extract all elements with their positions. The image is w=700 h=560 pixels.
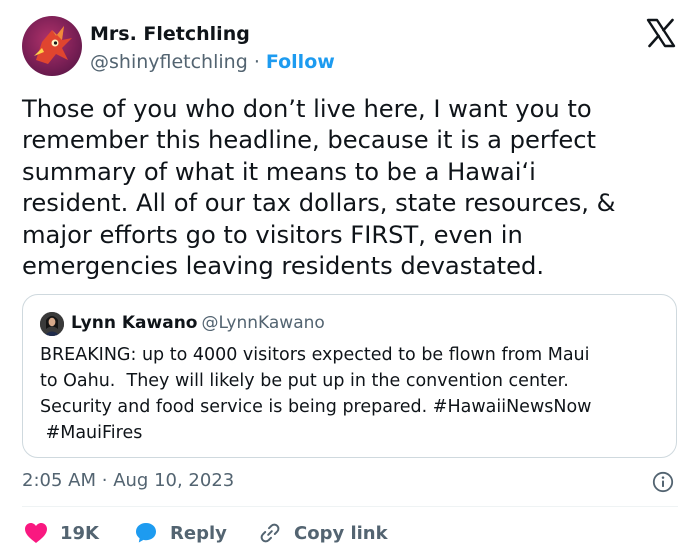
reply-button[interactable]: Reply (134, 518, 227, 548)
author-name[interactable]: Mrs. Fletchling (90, 23, 250, 45)
quoted-line: Security and food service is being prepa… (40, 397, 592, 417)
heart-icon (25, 523, 47, 543)
x-logo-icon[interactable] (646, 18, 676, 48)
quoted-author-name[interactable]: Lynn Kawano (71, 313, 198, 333)
divider (22, 506, 678, 507)
handle-separator: · (253, 51, 260, 73)
quoted-tweet-text: BREAKING: up to 4000 visitors expected t… (40, 342, 665, 446)
tweet-line: resident. All of our tax dollars, state … (22, 189, 616, 218)
quoted-line: to Oahu. They will likely be put up in t… (40, 371, 569, 391)
action-bar: 19K Reply Copy link (22, 518, 678, 548)
quoted-author-handle[interactable]: @LynnKawano (202, 313, 325, 333)
tweet-line: summary of what it means to be a Hawaiʻi (22, 157, 536, 186)
author-handle[interactable]: @shinyfletchling (90, 51, 248, 73)
tweet-date[interactable]: Aug 10, 2023 (113, 470, 234, 491)
tweet-line: major efforts go to visitors FIRST, even… (22, 220, 523, 249)
tweet-line: emergencies leaving residents devastated… (22, 252, 545, 281)
tweet-line: remember this headline, because it is a … (22, 126, 597, 155)
quoted-author-row: Lynn Kawano @LynnKawano (71, 313, 325, 333)
tweet-time[interactable]: 2:05 AM (22, 470, 96, 491)
like-count: 19K (60, 522, 99, 544)
tweet-header: Mrs. Fletchling @shinyfletchling · Follo… (22, 16, 682, 80)
tweet-line: Those of you who don’t live here, I want… (22, 95, 592, 123)
quoted-line: BREAKING: up to 4000 visitors expected t… (40, 345, 590, 365)
copy-link-button[interactable]: Copy link (258, 518, 388, 548)
copy-link-label: Copy link (294, 522, 388, 544)
reply-bubble-icon (136, 523, 156, 543)
author-avatar[interactable] (22, 16, 82, 76)
timestamp-row: 2:05 AM · Aug 10, 2023 (22, 470, 234, 491)
author-handle-row: @shinyfletchling · Follow (90, 51, 335, 73)
info-icon[interactable] (652, 471, 674, 493)
quoted-author-avatar[interactable] (40, 312, 64, 336)
tweet-text: Those of you who don’t live here, I want… (22, 94, 678, 282)
quoted-line: #MauiFires (40, 423, 143, 443)
link-icon (260, 523, 280, 543)
follow-button[interactable]: Follow (266, 51, 335, 73)
timestamp-separator: · (101, 470, 108, 491)
quoted-tweet-card[interactable]: Lynn Kawano @LynnKawano BREAKING: up to 4… (22, 294, 677, 458)
like-button[interactable]: 19K (24, 518, 99, 548)
reply-label: Reply (170, 522, 227, 544)
